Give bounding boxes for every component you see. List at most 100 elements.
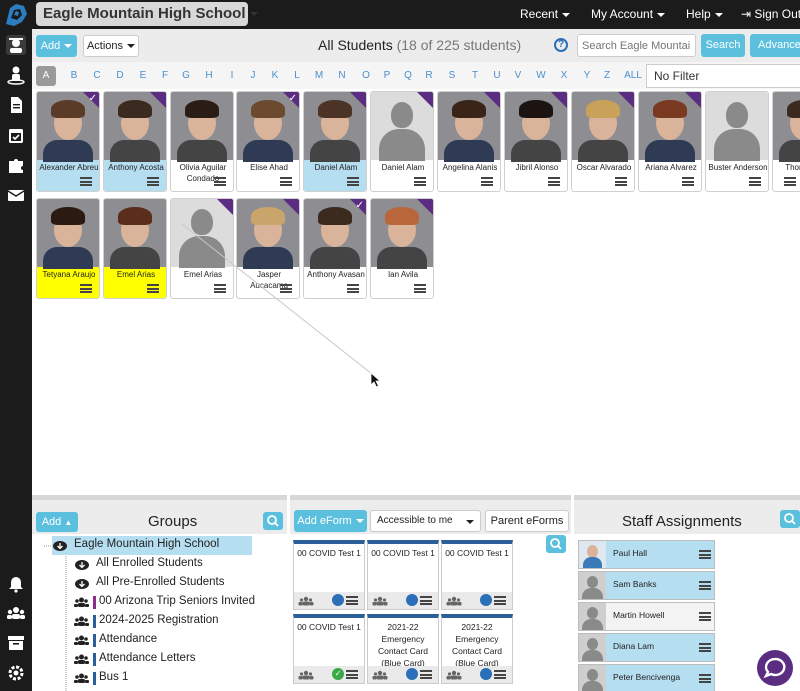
parent-eforms-button[interactable]: Parent eForms	[485, 510, 569, 532]
staff-item[interactable]: Peter Bencivenga	[578, 664, 715, 691]
staff-item[interactable]: Diana Lam	[578, 633, 715, 662]
group-icon	[372, 596, 388, 606]
tree-root[interactable]: Eagle Mountain High School	[52, 536, 252, 555]
group-item[interactable]: All Enrolled Students	[74, 555, 284, 574]
staff-item[interactable]: Martin Howell	[578, 602, 715, 631]
menu-icon[interactable]	[494, 596, 506, 605]
staff-search-icon[interactable]	[780, 510, 800, 528]
archive-icon[interactable]	[6, 633, 26, 653]
chevron-down-icon	[249, 12, 258, 17]
menu-icon[interactable]	[699, 612, 711, 621]
check-circle-icon: ✓	[332, 668, 344, 680]
staff-title: Staff Assignments	[622, 513, 742, 530]
staff-name: Peter Bencivenga	[613, 672, 681, 682]
placeholder-avatar-icon	[579, 665, 606, 691]
staff-name: Paul Hall	[613, 548, 648, 558]
eforms-search-icon[interactable]	[546, 535, 566, 553]
pause-icon[interactable]	[480, 594, 492, 606]
group-icon	[446, 596, 462, 606]
placeholder-avatar-icon	[579, 634, 606, 661]
eform-name: 00 COVID Test 1	[371, 548, 435, 558]
staff-name: Sam Banks	[613, 579, 657, 589]
nav-my-account[interactable]: My Account	[591, 0, 666, 29]
access-filter-select[interactable]: Accessible to me	[370, 510, 481, 532]
students-panel: Add Actions All Students (18 of 225 stud…	[32, 29, 800, 495]
pause-icon[interactable]	[332, 594, 344, 606]
person-icon[interactable]	[6, 65, 26, 85]
nav-help[interactable]: Help	[686, 0, 723, 29]
group-icon	[74, 615, 89, 627]
group-color-bar	[93, 653, 96, 666]
groups-add-button[interactable]: Add ▲	[36, 512, 78, 532]
cloud-download-icon	[52, 539, 67, 551]
chat-bubble-icon[interactable]	[757, 650, 793, 686]
group-item[interactable]: Attendance	[74, 631, 284, 650]
menu-icon[interactable]	[420, 596, 432, 605]
group-color-bar	[93, 672, 96, 685]
group-item[interactable]: 2024-2025 Registration	[74, 612, 284, 631]
group-label: Bus 1	[99, 671, 129, 683]
group-item[interactable]: Attendance Letters	[74, 650, 284, 669]
eforms-header: Add eForm Accessible to me Parent eForms	[290, 500, 571, 534]
staff-item[interactable]: Paul Hall	[578, 540, 715, 569]
eform-card[interactable]: 00 COVID Test 1	[367, 540, 439, 610]
menu-icon[interactable]	[699, 550, 711, 559]
menu-icon[interactable]	[346, 596, 358, 605]
mouse-cursor-icon	[370, 372, 382, 388]
top-bar: Eagle Mountain High School Recent My Acc…	[0, 0, 800, 29]
school-name: Eagle Mountain High School	[43, 5, 246, 22]
menu-icon[interactable]	[494, 670, 506, 679]
eform-name: 00 COVID Test 1	[445, 548, 509, 558]
menu-icon[interactable]	[420, 670, 432, 679]
staff-name: Diana Lam	[613, 641, 655, 651]
mail-icon[interactable]	[6, 185, 26, 205]
sign-out-icon: ⇥	[741, 7, 752, 21]
eform-card[interactable]: 2021-22 Emergency Contact Card (Blue Car…	[441, 614, 513, 684]
sidebar	[0, 29, 32, 691]
nav-recent[interactable]: Recent	[520, 0, 571, 29]
group-icon[interactable]	[6, 603, 26, 623]
pause-icon[interactable]	[406, 668, 418, 680]
eform-name: 2021-22 Emergency Contact Card (Blue Car…	[451, 622, 503, 668]
pause-icon[interactable]	[406, 594, 418, 606]
document-icon[interactable]	[6, 95, 26, 115]
nav-sign-out[interactable]: ⇥ Sign Out	[741, 0, 800, 29]
menu-icon[interactable]	[699, 643, 711, 652]
puzzle-icon[interactable]	[6, 155, 26, 175]
menu-icon[interactable]	[346, 670, 358, 679]
menu-icon[interactable]	[699, 674, 711, 683]
eform-card[interactable]: 00 COVID Test 1	[293, 540, 365, 610]
menu-icon[interactable]	[699, 581, 711, 590]
group-label: Attendance	[99, 633, 158, 645]
group-color-bar	[93, 615, 96, 628]
group-icon	[74, 672, 89, 684]
groups-search-icon[interactable]	[263, 512, 283, 530]
add-eform-button[interactable]: Add eForm	[294, 510, 367, 532]
cloud-download-icon	[74, 558, 89, 570]
group-label: All Pre-Enrolled Students	[96, 576, 225, 588]
students-icon[interactable]	[6, 35, 26, 55]
calendar-icon[interactable]	[6, 125, 26, 145]
groups-title: Groups	[148, 513, 198, 530]
group-icon	[372, 670, 388, 680]
placeholder-avatar-icon	[579, 572, 606, 599]
app-logo-icon[interactable]	[0, 0, 32, 29]
bell-icon[interactable]	[6, 573, 26, 593]
eform-card[interactable]: 2021-22 Emergency Contact Card (Blue Car…	[367, 614, 439, 684]
pause-icon[interactable]	[480, 668, 492, 680]
group-icon	[298, 670, 314, 680]
group-item[interactable]: 00 Arizona Trip Seniors Invited	[74, 593, 284, 612]
staff-name: Martin Howell	[613, 610, 665, 620]
staff-avatar	[579, 541, 606, 568]
group-item[interactable]: All Pre-Enrolled Students	[74, 574, 284, 593]
eform-card[interactable]: 00 COVID Test 1 ✓	[293, 614, 365, 684]
group-label: All Enrolled Students	[96, 557, 203, 569]
eform-footer	[368, 592, 438, 609]
staff-item[interactable]: Sam Banks	[578, 571, 715, 600]
school-selector[interactable]: Eagle Mountain High School	[36, 2, 258, 26]
drag-line	[181, 223, 373, 375]
eform-card[interactable]: 00 COVID Test 1	[441, 540, 513, 610]
gear-icon[interactable]	[6, 663, 26, 683]
group-label: Attendance Letters	[99, 652, 196, 664]
group-item[interactable]: Bus 1	[74, 669, 284, 688]
